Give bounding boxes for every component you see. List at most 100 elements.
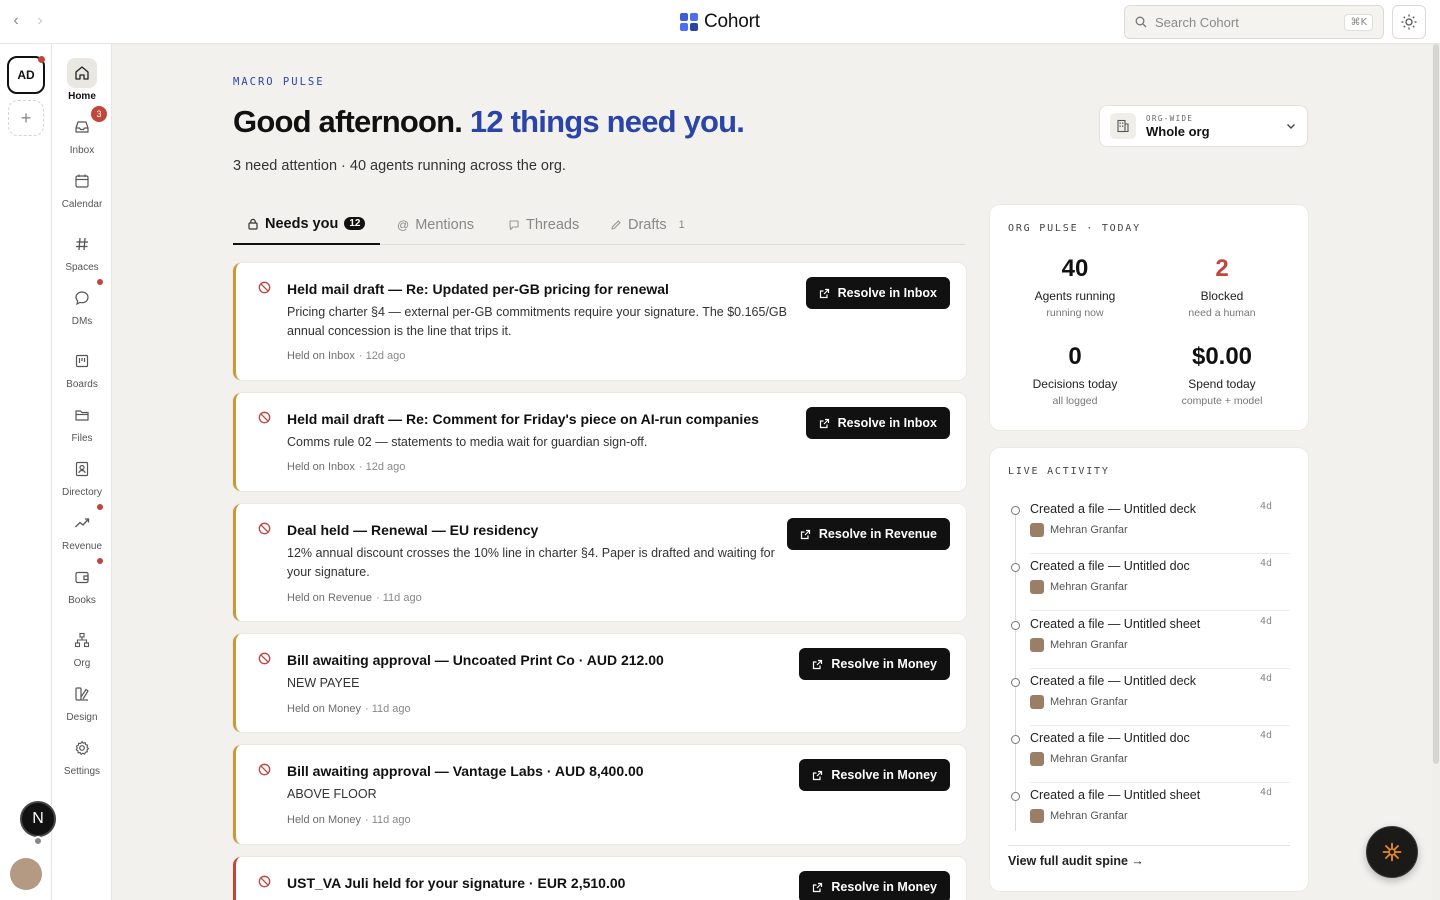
resolve-button[interactable]: Resolve in Money — [799, 871, 950, 900]
timeline-dot — [1011, 506, 1020, 515]
card-age: · 11d ago — [376, 592, 422, 604]
needs-count-headline: 12 things need you. — [469, 104, 745, 139]
resolve-button[interactable]: Resolve in Money — [799, 759, 950, 791]
search-box[interactable]: ⌘K — [1124, 5, 1384, 39]
nav-item-directory[interactable]: Directory — [52, 454, 112, 504]
at-icon: @ — [397, 217, 410, 232]
building-icon — [1117, 119, 1129, 133]
assistant-button[interactable] — [1366, 826, 1418, 878]
attention-card[interactable]: Held mail draft — Re: Comment for Friday… — [233, 393, 966, 491]
card-body: Comms rule 02 — statements to media wait… — [287, 435, 648, 449]
nav-label: Org — [73, 658, 91, 669]
attention-card[interactable]: Deal held — Renewal — EU residency 12% a… — [233, 504, 966, 621]
attention-card[interactable]: Bill awaiting approval — Uncoated Print … — [233, 634, 966, 732]
thread-icon — [509, 219, 519, 230]
activity-item[interactable]: Created a file — Untitled sheet Mehran G… — [1008, 613, 1290, 678]
search-input[interactable] — [1155, 14, 1345, 30]
stat-sub: need a human — [1188, 307, 1256, 319]
hash-icon — [76, 237, 88, 251]
add-org-button[interactable]: + — [8, 100, 44, 136]
user-initial: N — [32, 810, 44, 827]
folder-icon — [75, 410, 89, 421]
card-meta: Held on Inbox · 12d ago — [287, 350, 405, 362]
nav-item-boards[interactable]: Boards — [52, 346, 112, 396]
page-scrollbar[interactable] — [1432, 44, 1440, 900]
tab-drafts[interactable]: Drafts 1 — [610, 204, 685, 245]
nav-item-inbox[interactable]: 3 Inbox — [52, 106, 112, 162]
nav-item-design[interactable]: Design — [52, 679, 112, 729]
activity-item[interactable]: Created a file — Untitled doc Mehran Gra… — [1008, 727, 1290, 792]
search-shortcut: ⌘K — [1344, 13, 1373, 31]
theme-toggle-button[interactable] — [1392, 5, 1426, 39]
external-link-icon — [813, 882, 823, 892]
tab-needs-you[interactable]: Needs you 12 — [233, 204, 380, 245]
nav-item-dms[interactable]: DMs — [52, 279, 112, 333]
resolve-button[interactable]: Resolve in Inbox — [805, 277, 950, 309]
nav-item-org[interactable]: Org — [52, 625, 112, 675]
view-audit-link[interactable]: View full audit spine → — [1008, 854, 1144, 868]
blocked-icon — [258, 522, 271, 535]
nav-label: Inbox — [69, 145, 95, 156]
external-link-icon — [819, 288, 829, 298]
inbox-badge: 3 — [91, 106, 107, 122]
greeting: Good afternoon. — [233, 104, 463, 139]
nav-item-revenue[interactable]: Revenue — [52, 504, 112, 558]
activity-age: 4d — [1259, 673, 1272, 684]
card-body: 12% annual discount crosses the 10% line… — [287, 546, 775, 579]
resolve-button[interactable]: Resolve in Money — [799, 648, 950, 680]
activity-actor: Mehran Granfar — [1030, 809, 1128, 823]
card-title: Bill awaiting approval — Uncoated Print … — [287, 652, 664, 668]
nav-item-settings[interactable]: Settings — [52, 733, 112, 783]
scrollbar-thumb[interactable] — [1433, 44, 1439, 764]
card-title: Held mail draft — Re: Updated per-GB pri… — [287, 281, 669, 297]
resolve-button[interactable]: Resolve in Revenue — [786, 518, 950, 550]
tab-threads[interactable]: Threads — [508, 204, 579, 245]
tab-mentions[interactable]: @ Mentions — [397, 204, 474, 245]
activity-item[interactable]: Created a file — Untitled sheet Mehran G… — [1008, 784, 1290, 840]
nav-item-calendar[interactable]: Calendar — [52, 166, 112, 216]
card-age: · 11d ago — [365, 814, 411, 826]
nav-item-home[interactable]: Home — [52, 58, 112, 108]
pencil-icon — [611, 219, 621, 230]
activity-age: 4d — [1259, 558, 1272, 569]
resolve-button[interactable]: Resolve in Inbox — [805, 407, 950, 439]
activity-item[interactable]: Created a file — Untitled deck Mehran Gr… — [1008, 670, 1290, 735]
panel-title: LIVE ACTIVITY — [1008, 466, 1110, 477]
scope-label: ORG-WIDE — [1146, 113, 1194, 123]
brand[interactable]: Cohort — [680, 11, 760, 33]
page-subtitle: 3 need attention · 40 agents running acr… — [233, 158, 566, 174]
actor-name: Mehran Granfar — [1050, 753, 1128, 765]
activity-item[interactable]: Created a file — Untitled deck Mehran Gr… — [1008, 498, 1290, 563]
user-avatar[interactable] — [10, 858, 42, 890]
card-source: Held on Inbox — [287, 461, 355, 473]
attention-card[interactable]: Bill awaiting approval — Vantage Labs · … — [233, 745, 966, 844]
presence-dot — [33, 836, 43, 846]
actor-avatar — [1030, 809, 1044, 823]
external-link-icon — [819, 418, 829, 428]
page-title: Good afternoon. 12 things need you. — [233, 104, 745, 140]
attention-card[interactable]: Held mail draft — Re: Updated per-GB pri… — [233, 263, 966, 380]
chat-icon — [75, 291, 89, 306]
card-source: Held on Inbox — [287, 350, 355, 362]
card-meta: Held on Money · 11d ago — [287, 814, 411, 826]
main-nav: Home 3 Inbox Calendar Spaces DMs Boards … — [52, 44, 112, 900]
user-menu-button[interactable]: N — [20, 801, 56, 837]
activity-actor: Mehran Granfar — [1030, 638, 1128, 652]
calendar-icon — [75, 174, 89, 188]
actor-avatar — [1030, 752, 1044, 766]
nav-item-books[interactable]: Books — [52, 558, 112, 612]
back-arrow-icon[interactable]: ‹ — [10, 12, 22, 30]
blocked-icon — [258, 281, 271, 294]
org-switcher-ad[interactable]: AD — [7, 56, 45, 94]
actor-avatar — [1030, 523, 1044, 537]
nav-item-spaces[interactable]: Spaces — [52, 229, 112, 279]
nav-label: Revenue — [61, 541, 103, 552]
scope-selector[interactable]: ORG-WIDE Whole org — [1099, 105, 1308, 147]
attention-card[interactable]: UST_VA Juli held for your signature · EU… — [233, 857, 966, 900]
activity-actor: Mehran Granfar — [1030, 580, 1128, 594]
activity-item[interactable]: Created a file — Untitled doc Mehran Gra… — [1008, 555, 1290, 620]
org-initials: AD — [17, 68, 35, 82]
nav-item-files[interactable]: Files — [52, 400, 112, 450]
forward-arrow-icon[interactable]: › — [34, 12, 46, 30]
activity-actor: Mehran Granfar — [1030, 752, 1128, 766]
